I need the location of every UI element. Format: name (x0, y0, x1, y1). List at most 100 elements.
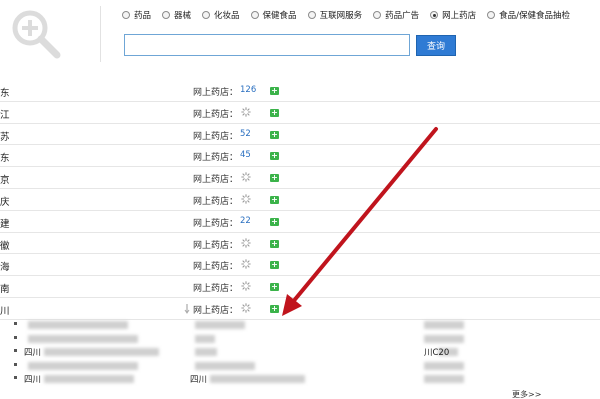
province-name: 海 (0, 262, 10, 274)
province-name: 建 (0, 218, 10, 230)
pharmacy-label: 网上药店： (193, 153, 239, 164)
province-name: 东 (0, 88, 10, 99)
pharmacy-label: 网上药店： (193, 109, 239, 120)
loading-spinner-icon (241, 237, 251, 248)
zoom-search-icon (12, 10, 61, 59)
redacted-text (28, 361, 138, 370)
expand-plus-icon[interactable]: + (270, 239, 279, 248)
radio-label: 器械 (174, 11, 192, 21)
redacted-text (28, 321, 128, 329)
radio-circle-icon[interactable] (430, 11, 439, 19)
redacted-text (424, 321, 464, 329)
header-divider (100, 6, 101, 62)
radio-circle-icon[interactable] (307, 11, 316, 19)
store-row[interactable] (0, 332, 600, 345)
expand-plus-icon[interactable]: + (270, 174, 279, 183)
redacted-text (44, 375, 134, 383)
radio-label: 互联网服务 (319, 11, 363, 21)
province-name: 徽 (0, 240, 10, 252)
store-name2: 四川 (190, 375, 208, 385)
pharmacy-label: 网上药店： (193, 240, 239, 251)
radio-option[interactable]: 网上药店 (430, 9, 476, 21)
province-row: 建 网上药店： 22 + (0, 211, 600, 233)
radio-circle-icon[interactable] (162, 11, 171, 19)
province-row: 南 网上药店： + (0, 276, 600, 298)
store-name: 四川 (24, 375, 42, 385)
province-row: 川 网上药店： + (0, 298, 600, 320)
radio-option[interactable]: 食品/保健食品抽检 (487, 9, 570, 21)
radio-option[interactable]: 器械 (162, 9, 191, 21)
radio-option[interactable]: 药品广告 (373, 9, 419, 21)
expand-plus-icon[interactable]: + (270, 152, 279, 161)
pharmacy-count-link[interactable]: 45 (240, 150, 251, 160)
store-row[interactable] (0, 359, 600, 372)
radio-label: 保健食品 (262, 11, 297, 21)
expand-plus-icon[interactable]: + (270, 108, 279, 117)
pharmacy-count-link[interactable]: 52 (240, 129, 251, 139)
radio-option[interactable]: 化妆品 (202, 9, 240, 21)
search-header: 药品 器械 化妆品 保健食品 互联网服务 药品广告 网上药店 食品/保健食品抽检 查询 (0, 0, 600, 72)
radio-circle-icon[interactable] (373, 11, 382, 19)
bullet-icon (14, 376, 17, 379)
loading-spinner-icon (241, 107, 251, 117)
province-row: 海 网上药店： + (0, 254, 600, 277)
radio-circle-icon[interactable] (122, 11, 130, 19)
redacted-text (44, 348, 159, 356)
expand-plus-icon[interactable]: + (270, 304, 279, 313)
search-input[interactable] (124, 34, 410, 56)
store-row[interactable]: 四川 川C20 (0, 345, 600, 358)
expand-plus-icon[interactable]: + (270, 261, 279, 270)
radio-circle-icon[interactable] (487, 11, 496, 19)
loading-spinner-icon (241, 259, 251, 270)
radio-circle-icon[interactable] (202, 11, 211, 19)
radio-option[interactable]: 保健食品 (250, 9, 297, 21)
pharmacy-label: 网上药店： (193, 305, 239, 316)
radio-circle-icon[interactable] (250, 11, 259, 19)
bullet-icon (14, 349, 17, 352)
store-name: 四川 (24, 348, 42, 358)
province-row: 江 网上药店： + (0, 102, 600, 124)
bullet-icon (14, 322, 17, 325)
pharmacy-label: 网上药店： (193, 131, 239, 142)
redacted-text (195, 361, 255, 370)
pharmacy-count-link[interactable]: 22 (240, 216, 251, 226)
province-row: 东 网上药店： 126 + (0, 80, 600, 102)
expand-plus-icon[interactable]: + (270, 283, 279, 292)
province-row: 苏 网上药店： 52 + (0, 124, 600, 146)
pharmacy-label: 网上药店： (193, 262, 239, 273)
loading-spinner-icon (241, 281, 251, 291)
redacted-text (424, 334, 464, 343)
province-name: 苏 (0, 131, 10, 143)
radio-option[interactable]: 药品 (122, 9, 151, 21)
search-button[interactable]: 查询 (416, 35, 456, 56)
redacted-text (424, 375, 464, 383)
bullet-icon (14, 362, 17, 366)
pharmacy-count-link[interactable]: 126 (240, 85, 256, 95)
province-row: 徽 网上药店： + (0, 233, 600, 255)
pharmacy-label: 网上药店： (193, 196, 239, 207)
more-link[interactable]: 更多>> (512, 389, 541, 399)
province-row: 庆 网上药店： + (0, 189, 600, 211)
province-list: 东网上药店： 126 + 江网上药店： + 苏网上药店： 52 + 东网上药店： 45 + 京网上药店… (0, 80, 600, 320)
expand-plus-icon[interactable]: + (270, 130, 279, 139)
province-name: 京 (0, 175, 10, 187)
province-name: 东 (0, 153, 10, 165)
pharmacy-label: 网上药店： (193, 175, 239, 186)
radio-option[interactable]: 互联网服务 (307, 9, 363, 21)
store-row[interactable] (0, 318, 600, 331)
pharmacy-label: 网上药店： (193, 218, 239, 229)
radio-label: 化妆品 (214, 11, 240, 21)
province-row: 东 网上药店： 45 + (0, 145, 600, 168)
province-name: 南 (0, 284, 10, 296)
province-row: 京 网上药店： + (0, 167, 600, 189)
loading-spinner-icon (241, 303, 251, 313)
redacted-text (195, 348, 217, 356)
redacted-text (28, 334, 138, 343)
expand-plus-icon[interactable]: + (270, 217, 279, 226)
expand-plus-icon[interactable]: + (270, 87, 279, 95)
expand-plus-icon[interactable]: + (270, 195, 279, 204)
store-row[interactable]: 四川 四川 (0, 372, 600, 385)
radio-label: 食品/保健食品抽检 (499, 11, 570, 21)
search-type-options: 药品 器械 化妆品 保健食品 互联网服务 药品广告 网上药店 食品/保健食品抽检 (122, 9, 600, 23)
cursor-icon (183, 303, 191, 314)
